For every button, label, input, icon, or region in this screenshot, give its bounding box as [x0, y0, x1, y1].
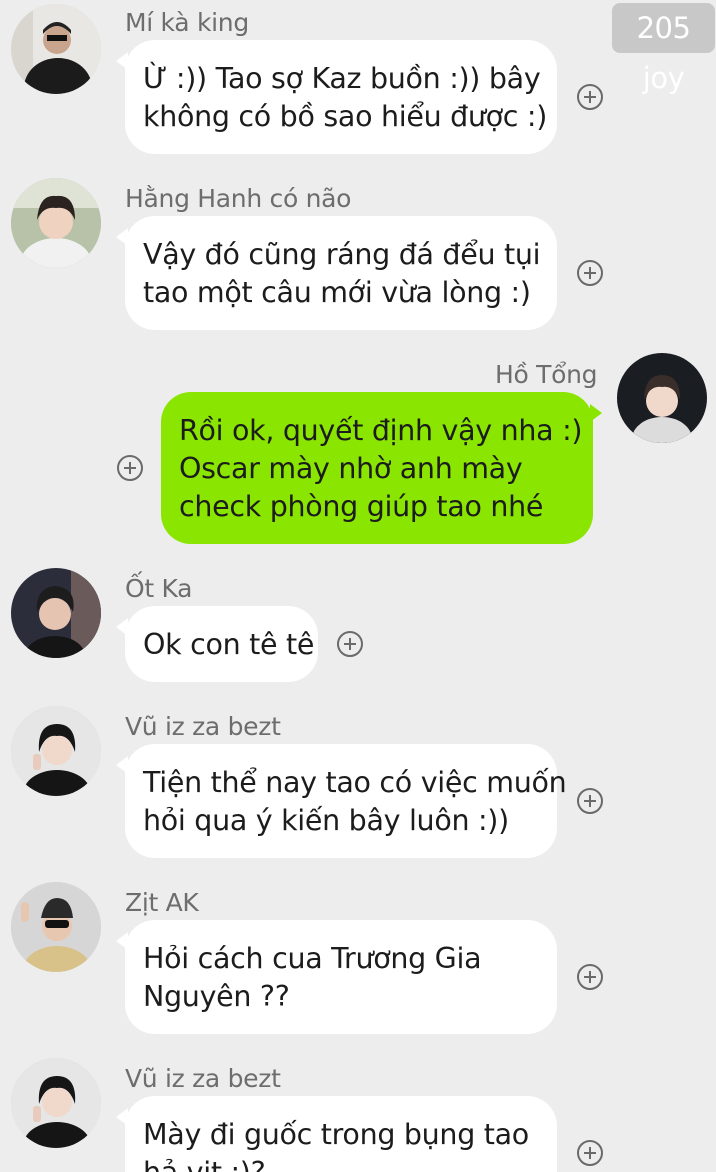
chat-window: 205 joy Mí kà king Ừ :)) Tao sợ Kaz buồn… [0, 0, 716, 1172]
message-bubble[interactable]: Rồi ok, quyết định vậy nha :) Oscar mày … [161, 392, 602, 544]
message-bubble[interactable]: Ừ :)) Tao sợ Kaz buồn :)) bây không có b… [116, 40, 557, 154]
message-text: tao một câu mới vừa lòng :) [143, 276, 531, 309]
add-reaction-icon[interactable] [577, 1140, 603, 1166]
message-text: Ừ :)) Tao sợ Kaz buồn :)) bây [143, 62, 541, 95]
avatar[interactable] [11, 706, 101, 796]
message-text: hả vịt :)? [143, 1154, 539, 1172]
avatar[interactable] [11, 1058, 101, 1148]
add-reaction-icon[interactable] [577, 788, 603, 814]
message-text: không có bồ sao hiểu được :) [143, 100, 548, 133]
avatar[interactable] [617, 353, 707, 443]
message-text: Oscar mày nhờ anh mày [179, 452, 523, 485]
message-bubble[interactable]: Vậy đó cũng ráng đá đểu tụi tao một câu … [116, 216, 557, 330]
message-text: Hỏi cách cua Trương Gia [143, 942, 482, 975]
add-reaction-icon[interactable] [117, 455, 143, 481]
add-reaction-icon[interactable] [577, 84, 603, 110]
avatar[interactable] [11, 4, 101, 94]
message-text: Mày đi guốc trong bụng tao [143, 1118, 529, 1151]
message-bubble[interactable]: Tiện thể nay tao có việc muốn hỏi qua ý … [116, 744, 567, 858]
message-text: Nguyên ?? [143, 980, 290, 1013]
message-bubble[interactable]: Mày đi guốc trong bụng tao hả vịt :)? [116, 1096, 557, 1172]
add-reaction-icon[interactable] [337, 631, 363, 657]
sender-name: Mí kà king [125, 8, 249, 37]
avatar[interactable] [11, 882, 101, 972]
message-bubble[interactable]: Ok con tê tê [116, 606, 318, 682]
message-text: check phòng giúp tao nhé [179, 490, 544, 523]
sender-name: Hằng Hanh có não [125, 184, 352, 213]
avatar[interactable] [11, 178, 101, 268]
avatar[interactable] [11, 568, 101, 658]
message-text: Tiện thể nay tao có việc muốn [143, 766, 567, 799]
sender-name: Vũ iz za bezt [125, 1064, 281, 1093]
message-text: Vậy đó cũng ráng đá đểu tụi [143, 238, 541, 271]
message-text: Rồi ok, quyết định vậy nha :) [179, 414, 583, 447]
sender-name: Vũ iz za bezt [125, 712, 281, 741]
unread-count-badge[interactable]: 205 joy [612, 3, 715, 95]
sender-name: Hồ Tổng [495, 360, 598, 389]
sender-name: Zịt AK [125, 888, 199, 917]
add-reaction-icon[interactable] [577, 964, 603, 990]
message-text: Ok con tê tê [143, 628, 315, 661]
message-bubble[interactable]: Hỏi cách cua Trương Gia Nguyên ?? [116, 920, 557, 1034]
sender-name: Ốt Ka [125, 574, 193, 603]
add-reaction-icon[interactable] [577, 260, 603, 286]
message-text: hỏi qua ý kiến bây luôn :)) [143, 804, 509, 837]
